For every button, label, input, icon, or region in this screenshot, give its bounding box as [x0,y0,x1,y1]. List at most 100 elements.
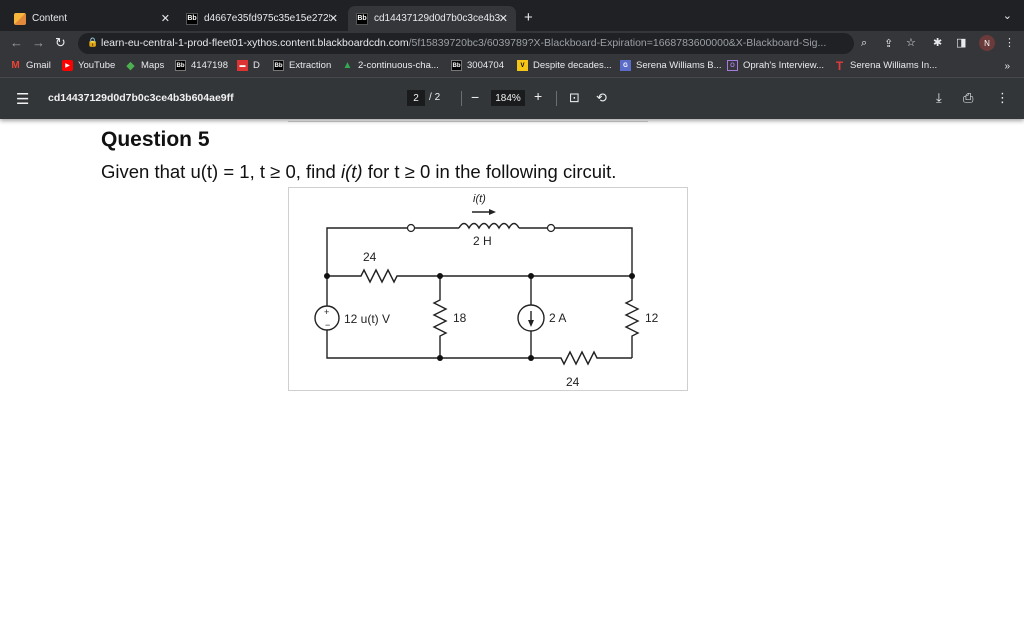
voltage-source-label: 12 u(t) V [344,312,390,326]
gmail-icon: M [11,60,20,71]
bookmark-label: 4147198 [191,60,228,71]
bookmark-extraction[interactable]: Bb Extraction [273,60,331,71]
bookmark-label: YouTube [78,60,116,71]
inductor-label: 2 H [473,234,492,248]
download-icon[interactable]: ⤓ [936,90,942,106]
site-icon: G [620,60,631,71]
kebab-menu-icon[interactable]: ⋮ [996,90,1009,106]
lock-icon: 🔒 [87,37,99,47]
resistor-24-bottom [440,350,632,366]
blackboard-icon: Bb [451,60,462,71]
kebab-menu-icon[interactable]: ⋮ [1004,36,1015,49]
forward-arrow-icon[interactable]: → [32,35,45,50]
plus-sign: + [324,307,329,317]
node [437,273,443,279]
tab-cd144-active[interactable]: Bb cd14437129d0d7b0c3ce4b3b ✕ [348,6,516,31]
maps-pin-icon: ◆ [126,60,135,72]
bookmarks-bar: M Gmail ▶ YouTube ◆ Maps Bb 4147198 ▬ D Bb Ext… [0,56,1024,78]
question-text-part: Given that u(t) = 1, t ≥ 0, find [101,161,341,182]
zoom-input[interactable]: 184% [491,90,525,106]
site-icon: ▬ [237,60,248,71]
resistor-24-top [327,268,632,284]
arrowhead [489,209,496,215]
site-icon: V [517,60,528,71]
bookmark-serena-b[interactable]: G Serena Williams B... [620,60,722,71]
resistor-12 [624,276,640,358]
profile-avatar[interactable]: N [979,35,995,51]
close-icon[interactable]: ✕ [161,12,170,25]
bookmark-label: Serena Williams B... [636,60,722,71]
blackboard-icon: Bb [175,60,186,71]
current-label: i(t) [473,193,486,205]
resistor-bottom-label: 24 [566,375,580,389]
close-icon[interactable]: ✕ [499,12,508,25]
page-number-input[interactable]: 2 [407,90,425,106]
bookmark-label: Oprah's Interview... [743,60,825,71]
drive-icon: ▲ [342,60,353,71]
menu-icon[interactable]: ☰ [16,90,29,108]
pdf-toolbar: ☰ cd14437129d0d7b0c3ce4b3b604ae9ff 2 / 2… [0,78,1024,119]
pencil-icon [14,12,26,25]
tab-d4667[interactable]: Bb d4667e35fd975c35e15e2725 ✕ [178,6,346,31]
bookmark-youtube[interactable]: ▶ YouTube [62,60,115,71]
browser-toolbar: ← → ↻ 🔒 learn-eu-central-1-prod-fleet01-… [0,31,1024,56]
bookmark-maps[interactable]: ◆ Maps [125,60,164,72]
zoom-in-icon[interactable]: + [534,88,542,104]
total-pages: 2 [434,92,441,103]
node [437,355,443,361]
tab-title: d4667e35fd975c35e15e2725 [204,13,330,24]
terminal [406,223,416,233]
back-arrow-icon[interactable]: ← [10,35,23,50]
resistor-18-label: 18 [453,311,467,325]
bookmark-label: D [253,60,260,71]
chevron-right-icon[interactable]: » [1004,61,1010,72]
question-text-part: for t ≥ 0 in the following circuit. [362,161,617,182]
node [528,273,534,279]
node [629,273,635,279]
chevron-down-icon[interactable]: ⌄ [1003,9,1012,22]
bookmark-despite[interactable]: V Despite decades... [517,60,612,71]
bookmark-4147198[interactable]: Bb 4147198 [175,60,228,71]
blackboard-icon: Bb [186,12,198,25]
pdf-page: Question 5 Given that u(t) = 1, t ≥ 0, f… [0,119,1024,640]
node [324,273,330,279]
youtube-icon: ▶ [62,60,73,71]
previous-page-edge [288,119,648,122]
bookmark-oprah[interactable]: O Oprah's Interview... [727,60,824,71]
rotate-icon[interactable]: ⟲ [596,90,607,106]
page-count: / 2 [429,92,440,103]
bookmark-label: Gmail [26,60,51,71]
extensions-icon[interactable]: ✱ [933,36,942,49]
close-icon[interactable]: ✕ [329,12,338,25]
bookmark-d[interactable]: ▬ D [237,60,260,71]
wire [519,227,633,276]
bookmark-serena-in[interactable]: T Serena Williams In... [834,59,937,73]
new-tab-icon[interactable]: + [524,9,533,26]
resistor-12-label: 12 [645,311,659,325]
side-panel-icon[interactable]: ◨ [956,36,966,49]
blackboard-icon: Bb [356,12,368,25]
node [528,355,534,361]
divider [461,91,462,106]
arrowhead [528,320,534,327]
bookmark-gmail[interactable]: M Gmail [10,60,51,71]
zoom-out-icon[interactable]: − [471,89,479,105]
circuit-diagram: + − i(t) 2 H 24 12 u(t) V 18 2 A 12 24 [314,193,659,389]
share-icon[interactable]: ⇪ [884,37,893,50]
question-text: Given that u(t) = 1, t ≥ 0, find i(t) fo… [101,161,616,183]
bookmark-3004704[interactable]: Bb 3004704 [451,60,504,71]
pdf-title: cd14437129d0d7b0c3ce4b3b604ae9ff [48,92,234,104]
address-bar[interactable]: 🔒 learn-eu-central-1-prod-fleet01-xythos… [78,33,916,54]
zoom-magnifier-icon[interactable]: ⌕ [861,37,867,50]
tab-content[interactable]: Content ✕ [6,6,178,31]
page-separator: / [429,92,432,103]
divider [556,91,557,106]
print-icon[interactable]: ⎙ [963,90,973,106]
bookmark-star-icon[interactable]: ☆ [906,36,916,49]
bookmark-continuous[interactable]: ▲ 2-continuous-cha... [342,60,439,71]
reload-icon[interactable]: ↻ [55,35,66,51]
circuit-figure: + − i(t) 2 H 24 12 u(t) V 18 2 A 12 24 [288,187,688,391]
bookmark-label: Despite decades... [533,60,612,71]
fit-page-icon[interactable]: ⊡ [569,90,580,106]
bookmark-label: Extraction [289,60,332,71]
